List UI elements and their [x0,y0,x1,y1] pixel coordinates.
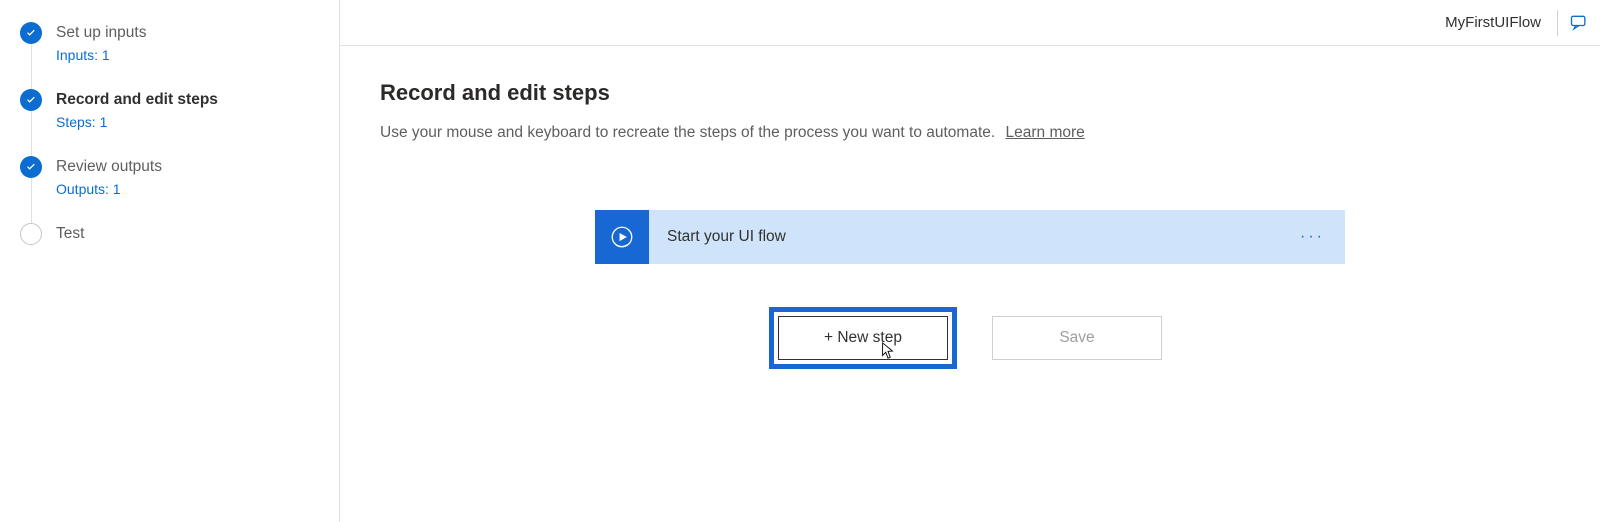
main-panel: MyFirstUIFlow Record and edit steps Use … [340,0,1600,522]
page-description: Use your mouse and keyboard to recreate … [380,124,1560,142]
divider [1557,10,1558,36]
wizard-step-inputs[interactable]: Set up inputs Inputs: 1 [20,22,331,63]
check-icon [20,22,42,44]
wizard-step-title: Test [56,224,84,244]
wizard-step-title: Review outputs [56,157,162,177]
wizard-step-title: Record and edit steps [56,90,218,110]
feedback-icon[interactable] [1568,12,1590,34]
check-icon [20,89,42,111]
wizard-step-record[interactable]: Record and edit steps Steps: 1 [20,89,331,130]
flow-step-label: Start your UI flow [649,228,1300,246]
learn-more-link[interactable]: Learn more [1006,124,1085,141]
flow-step-card[interactable]: Start your UI flow ··· [595,210,1345,264]
wizard-step-subtitle: Outputs: 1 [56,181,162,197]
wizard-step-test[interactable]: Test [20,223,331,245]
flow-name: MyFirstUIFlow [1445,14,1541,31]
step-connector-line [31,42,32,225]
page-title: Record and edit steps [380,80,1560,106]
wizard-step-subtitle: Inputs: 1 [56,47,146,63]
new-step-label: + New step [824,329,902,347]
more-icon[interactable]: ··· [1300,228,1345,246]
record-icon [595,210,649,264]
empty-step-icon [20,223,42,245]
top-bar: MyFirstUIFlow [340,0,1600,46]
wizard-step-subtitle: Steps: 1 [56,114,218,130]
wizard-sidebar: Set up inputs Inputs: 1 Record and edit … [0,0,340,522]
wizard-step-title: Set up inputs [56,23,146,43]
check-icon [20,156,42,178]
new-step-button[interactable]: + New step [778,316,948,360]
save-button[interactable]: Save [992,316,1162,360]
page-description-text: Use your mouse and keyboard to recreate … [380,124,995,141]
wizard-step-outputs[interactable]: Review outputs Outputs: 1 [20,156,331,197]
